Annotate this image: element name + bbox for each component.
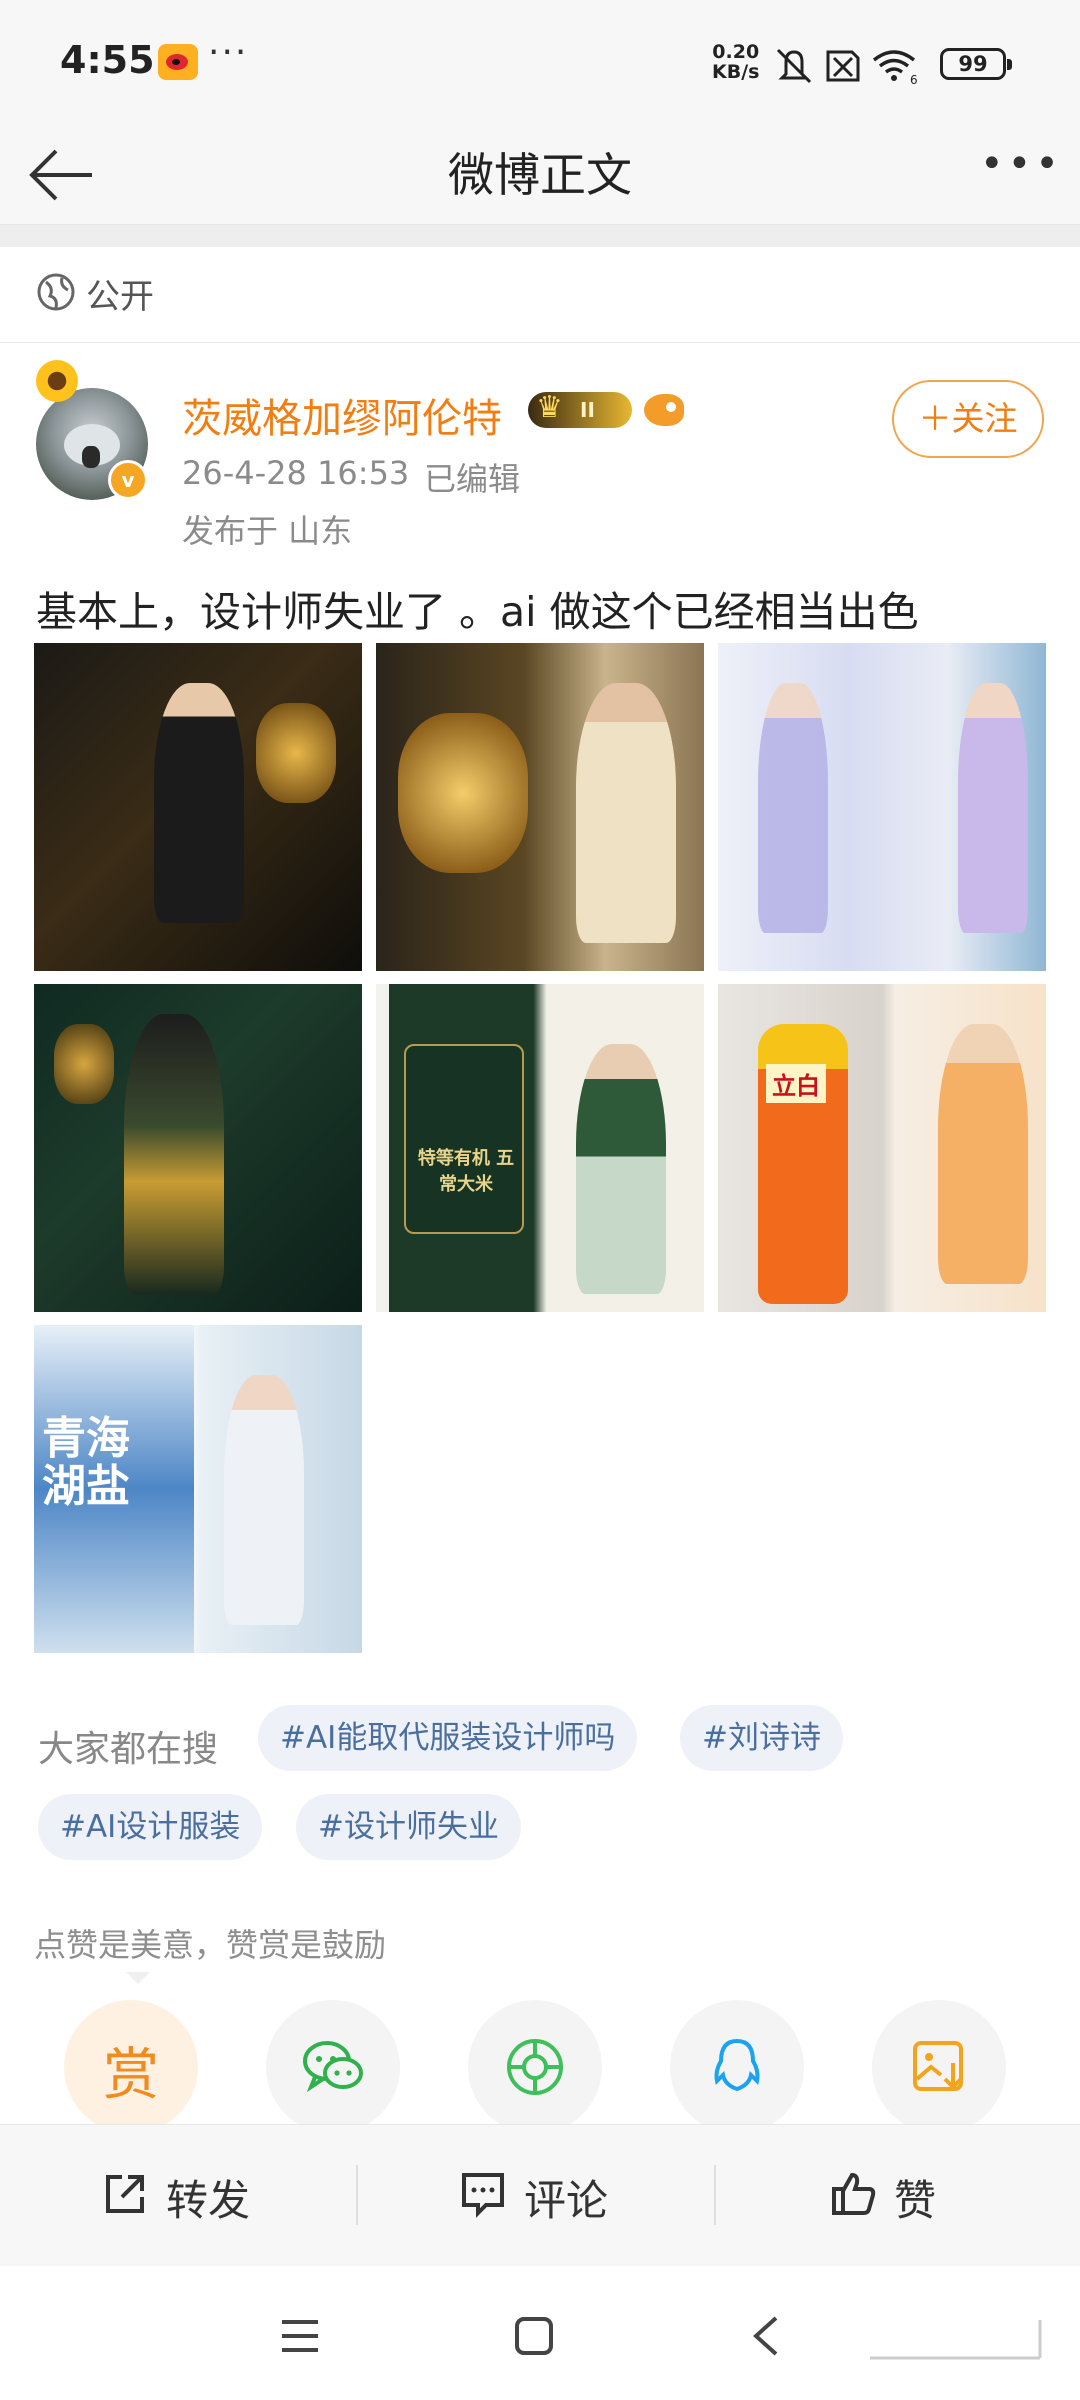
fan-badge-icon[interactable] (644, 394, 684, 426)
trending-tag[interactable]: #AI设计服装 (38, 1794, 263, 1860)
network-speed-value: 0.20 (712, 41, 760, 63)
repost-button[interactable]: 转发 (0, 2125, 356, 2267)
menu-icon[interactable] (278, 2316, 322, 2356)
mute-icon (776, 48, 812, 84)
rice-bag-text: 特等有机 五常大米 (417, 1148, 515, 1195)
save-image-button[interactable] (872, 2000, 1006, 2134)
like-icon (832, 2172, 876, 2215)
post-text: 基本上，设计师失业了 。ai 做这个已经相当出色 (36, 588, 919, 636)
system-nav-bar (0, 2266, 1080, 2400)
save-image-icon (913, 2041, 963, 2091)
post-image[interactable] (718, 643, 1046, 971)
gold-censer (256, 703, 336, 803)
svg-text:6: 6 (910, 73, 918, 86)
status-more-dots: ··· (208, 32, 249, 73)
model-figure (576, 683, 676, 943)
wifi-icon: 6 (872, 50, 918, 86)
post-image[interactable]: 特等有机 五常大米 (376, 984, 704, 1312)
trending-tag[interactable]: #设计师失业 (296, 1794, 521, 1860)
bronze-mask (54, 1024, 114, 1104)
gold-censer (398, 713, 528, 873)
qq-icon (714, 2038, 760, 2092)
visibility-row: 公开 (0, 247, 1080, 343)
status-icons: 6 (776, 48, 918, 86)
like-label: 赞 (894, 2176, 937, 2225)
home-icon[interactable] (512, 2314, 556, 2358)
divider (0, 225, 1080, 247)
network-speed: 0.20 KB/s (712, 42, 759, 82)
globe-icon (37, 273, 75, 311)
model-figure (958, 683, 1028, 933)
post-image[interactable]: 立白 (718, 984, 1046, 1312)
repost-label: 转发 (166, 2176, 251, 2225)
like-button[interactable]: 赞 (716, 2125, 1080, 2267)
network-speed-unit: KB/s (712, 61, 760, 83)
detergent-brand-text: 立白 (766, 1064, 826, 1103)
author-name[interactable]: 茨威格加缪阿伦特 (182, 386, 502, 444)
post-image[interactable]: 青海 湖盐 (34, 1325, 362, 1653)
comment-icon (462, 2173, 504, 2218)
salt-bag-text: 青海 湖盐 (42, 1413, 130, 1512)
corner-swipe-handle (870, 2320, 1042, 2360)
verified-icon: v (108, 460, 148, 500)
visibility-label: 公开 (86, 277, 154, 317)
model-figure (938, 1024, 1028, 1284)
image-grid: 特等有机 五常大米 立白 青海 湖盐 (34, 643, 1046, 1653)
weibo-icon (158, 44, 198, 80)
more-icon[interactable]: ••• (980, 141, 1063, 187)
reward-label: 赏 (103, 2043, 159, 2108)
status-time: 4:55 (60, 38, 155, 82)
share-row: 赏 (0, 2000, 1080, 2134)
share-qq-button[interactable] (670, 2000, 804, 2134)
reward-hint: 点赞是美意，赞赏是鼓励 (34, 1926, 387, 1964)
sunflower-badge-icon (36, 360, 78, 402)
post-image[interactable] (34, 643, 362, 971)
page-title: 微博正文 (448, 148, 632, 202)
status-bar: 4:55 ··· 0.20 KB/s 6 99 (0, 0, 1080, 125)
model-figure (758, 683, 828, 933)
trending-tag[interactable]: #AI能取代服装设计师吗 (258, 1705, 638, 1771)
post-image[interactable] (376, 643, 704, 971)
repost-icon (106, 2175, 144, 2213)
post-image[interactable] (34, 984, 362, 1312)
author-header: v 茨威格加缪阿伦特 II 26-4-28 16:53 已编辑 发布于 山东 ＋… (0, 360, 1080, 560)
trending-label: 大家都在搜 (38, 1729, 219, 1770)
sim-off-icon (826, 50, 860, 82)
post-location: 发布于 山东 (182, 512, 353, 550)
model-figure (576, 1044, 666, 1294)
nav-bar: 微博正文 ••• (0, 125, 1080, 225)
comment-button[interactable]: 评论 (358, 2125, 714, 2267)
battery-icon: 99 (940, 48, 1012, 80)
rice-bag (404, 1044, 524, 1234)
follow-button[interactable]: ＋关注 (892, 380, 1044, 458)
model-figure (124, 1014, 224, 1294)
reward-hint-caret (126, 1972, 150, 1984)
share-moments-button[interactable] (468, 2000, 602, 2134)
edited-label[interactable]: 已编辑 (424, 454, 520, 500)
comment-label: 评论 (524, 2176, 609, 2225)
model-figure (154, 683, 244, 923)
action-bar: 转发 评论 赞 (0, 2124, 1080, 2266)
model-figure (224, 1375, 304, 1625)
reward-button[interactable]: 赏 (64, 2000, 198, 2134)
trending-tag[interactable]: #刘诗诗 (680, 1705, 843, 1771)
share-wechat-button[interactable] (266, 2000, 400, 2134)
wechat-icon (303, 2041, 363, 2093)
back-icon[interactable] (748, 2312, 784, 2360)
post-timestamp: 26-4-28 16:53 (182, 454, 410, 492)
vip-crown-icon[interactable]: II (528, 390, 632, 428)
moments-icon (507, 2039, 563, 2095)
